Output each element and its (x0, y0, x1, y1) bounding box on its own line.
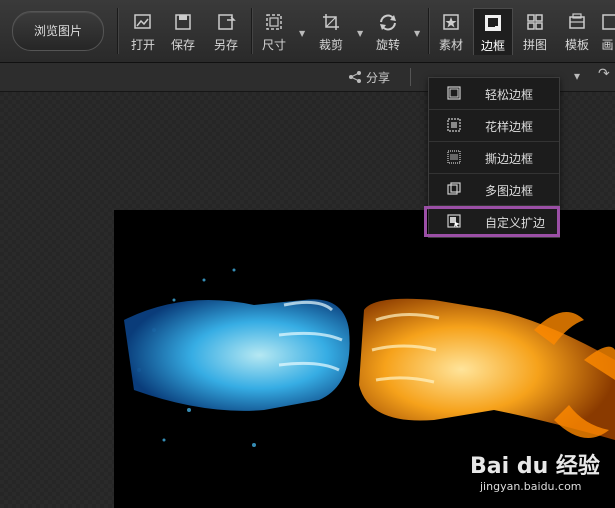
browse-images-button[interactable]: 浏览图片 (12, 11, 104, 51)
rotate-button[interactable]: 旋转 (369, 8, 407, 54)
share-icon (349, 71, 361, 83)
template-button[interactable]: 模板 (558, 8, 596, 54)
torn-border-label: 撕边边框 (485, 152, 534, 166)
toolbar-separator (117, 8, 118, 54)
toolbar-separator (251, 8, 252, 54)
rotate-label: 旋转 (375, 38, 400, 52)
material-label: 素材 (438, 38, 463, 52)
template-icon (569, 13, 585, 29)
main-toolbar: 浏览图片 打开 保存 另存 尺寸 ▼ 裁剪 ▼ 旋转 ▼ 素材 边框 拼图 模板… (0, 0, 615, 63)
save-as-button[interactable]: 另存 (207, 8, 245, 54)
save-icon (175, 14, 191, 30)
paint-label: 画 (601, 38, 614, 52)
easy-border-icon (447, 86, 461, 100)
crop-button[interactable]: 裁剪 (312, 8, 350, 54)
border-label: 边框 (480, 39, 505, 53)
crop-label: 裁剪 (318, 38, 343, 52)
share-label: 分享 (366, 71, 391, 85)
resize-button[interactable]: 尺寸 (255, 8, 293, 54)
torn-border-icon (447, 150, 461, 164)
save-as-label: 另存 (213, 38, 238, 52)
toolbar-separator (428, 8, 429, 54)
collage-icon (527, 14, 543, 30)
template-label: 模板 (564, 38, 589, 52)
menu-item-easy-border[interactable]: 轻松边框 (429, 78, 559, 110)
menu-item-pattern-border[interactable]: 花样边框 (429, 110, 559, 142)
subbar-divider (410, 68, 411, 86)
pattern-border-label: 花样边框 (485, 120, 534, 134)
open-icon (134, 14, 151, 29)
open-button[interactable]: 打开 (124, 8, 162, 54)
subbar-dropdown-arrow-icon[interactable]: ▾ (574, 69, 580, 83)
open-label: 打开 (130, 38, 155, 52)
menu-item-torn-border[interactable]: 撕边边框 (429, 142, 559, 174)
baidu-watermark: Bai du 经验 (470, 454, 600, 479)
collage-label: 拼图 (522, 38, 547, 52)
pattern-border-icon (447, 118, 461, 132)
multi-image-border-icon (447, 182, 461, 195)
crop-icon (323, 14, 339, 30)
resize-icon (266, 14, 282, 30)
share-button[interactable]: 分享 (348, 69, 390, 86)
collage-button[interactable]: 拼图 (516, 8, 554, 54)
save-as-icon (218, 14, 236, 30)
rotate-dropdown-arrow-icon[interactable]: ▼ (414, 29, 420, 38)
multi-image-border-label: 多图边框 (485, 184, 534, 198)
rotate-icon (380, 14, 396, 31)
material-icon (443, 14, 459, 30)
paint-button[interactable]: 画 (600, 8, 615, 54)
easy-border-label: 轻松边框 (485, 88, 534, 102)
border-icon (485, 15, 501, 31)
paint-icon (602, 14, 615, 30)
resize-dropdown-arrow-icon[interactable]: ▼ (299, 29, 305, 38)
save-label: 保存 (170, 38, 195, 52)
highlight-annotation (424, 206, 560, 237)
save-button[interactable]: 保存 (164, 8, 202, 54)
redo-icon[interactable]: ↷ (598, 66, 610, 82)
resize-label: 尺寸 (261, 38, 286, 52)
border-button[interactable]: 边框 (473, 8, 513, 55)
menu-item-multi-image-border[interactable]: 多图边框 (429, 174, 559, 206)
material-button[interactable]: 素材 (432, 8, 470, 54)
baidu-watermark-url: jingyan.baidu.com (480, 480, 582, 493)
crop-dropdown-arrow-icon[interactable]: ▼ (357, 29, 363, 38)
